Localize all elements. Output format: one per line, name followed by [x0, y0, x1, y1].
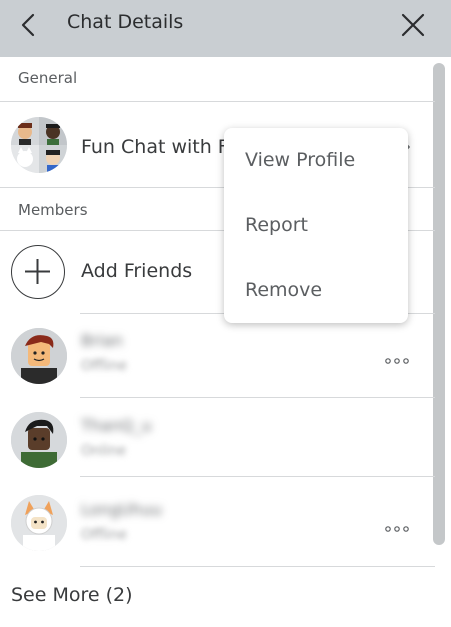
member-name: ThanQ_u	[81, 416, 152, 435]
chat-name: Fun Chat with F	[81, 136, 229, 158]
member-avatar	[11, 328, 67, 384]
member-status: Offline	[81, 358, 127, 374]
member-status: Online	[81, 443, 127, 459]
page-title: Chat Details	[67, 11, 184, 33]
member-name: LongUhuu	[81, 500, 162, 519]
see-more-link[interactable]: See More (2)	[11, 584, 133, 606]
member-row[interactable]: LongUhuu Offline	[0, 477, 433, 566]
scrollbar-thumb[interactable]	[433, 63, 445, 545]
menu-item-view-profile[interactable]: View Profile	[245, 149, 355, 171]
section-label-members: Members	[18, 201, 88, 219]
member-status: Offline	[81, 527, 127, 543]
chevron-left-icon	[21, 13, 35, 37]
more-horizontal-icon[interactable]	[384, 524, 410, 534]
menu-item-remove[interactable]: Remove	[245, 279, 322, 301]
member-row[interactable]: Brian Offline	[0, 314, 433, 398]
add-friends-button[interactable]	[11, 245, 65, 299]
member-avatar	[11, 495, 67, 551]
member-avatar	[11, 412, 67, 468]
menu-item-report[interactable]: Report	[245, 214, 308, 236]
add-friends-label: Add Friends	[81, 260, 193, 282]
group-avatar	[11, 117, 67, 173]
close-button[interactable]	[398, 10, 428, 40]
member-name: Brian	[81, 331, 123, 350]
more-horizontal-icon[interactable]	[384, 356, 410, 366]
member-row[interactable]: ThanQ_u Online	[0, 398, 433, 476]
back-button[interactable]	[14, 10, 44, 40]
plus-icon	[25, 259, 50, 284]
context-menu: View Profile Report Remove	[224, 128, 408, 323]
section-label-general: General	[18, 69, 78, 87]
header-bar: Chat Details	[0, 0, 451, 57]
divider	[80, 566, 435, 567]
close-icon	[401, 13, 425, 37]
